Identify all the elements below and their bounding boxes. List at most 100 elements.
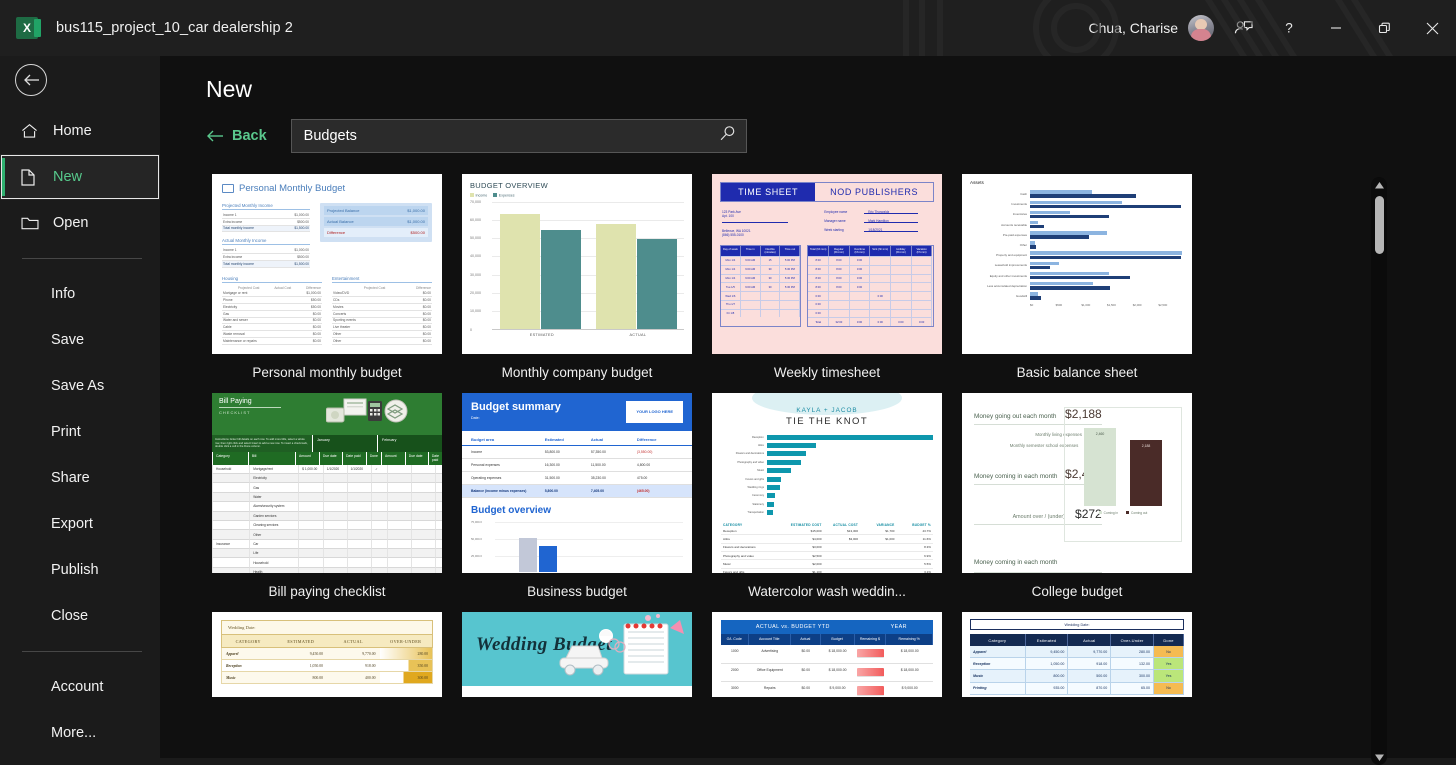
search-input[interactable] (303, 128, 719, 144)
template-thumbnail[interactable]: Assets Cash Investments Inventories Acco… (962, 174, 1192, 354)
cell-actual: 870.00 (1068, 682, 1112, 695)
bar-expenses (636, 238, 677, 329)
template-caption: Watercolor wash weddin... (748, 584, 906, 599)
thumb-title: Personal Monthly Budget (239, 183, 346, 194)
template-card-wedding-chart-blue[interactable]: Wedding Date: Category Estimated Actual … (962, 612, 1212, 708)
row-label: Mortgage or rent (223, 291, 248, 296)
cell-done: Yes (1154, 670, 1184, 683)
bar-light (1030, 292, 1038, 296)
chart-title: Assets (970, 180, 984, 185)
template-card-business-budget[interactable]: Budget summary Date: YOUR LOGO HERE Budg… (462, 393, 712, 599)
row-value: $500.00 (297, 255, 309, 260)
cell-code: 2000 (721, 664, 749, 683)
template-thumbnail[interactable]: Budget summary Date: YOUR LOGO HERE Budg… (462, 393, 692, 573)
cell-over-under: 350.00 (379, 660, 432, 671)
template-thumbnail[interactable]: TIME SHEET NOD PUBLISHERS 123 Park Ave A… (712, 174, 942, 354)
sidebar-item-print[interactable]: Print (0, 409, 160, 455)
sidebar-item-save-as[interactable]: Save As (0, 363, 160, 409)
row-label: Total monthly income (223, 226, 254, 231)
field-label: Employee name (824, 210, 848, 214)
template-card-bill-paying-checklist[interactable]: Bill Paying CHECKLIST Instructions: Ente… (212, 393, 462, 599)
template-search-box[interactable] (290, 119, 747, 153)
scroll-down-arrow-icon[interactable] (1374, 749, 1384, 765)
minimize-icon[interactable] (1312, 0, 1360, 56)
sidebar-item-account[interactable]: Account (0, 664, 160, 710)
sidebar-item-open[interactable]: Open (0, 200, 160, 246)
sidebar-item-home[interactable]: Home (0, 108, 160, 154)
sidebar-item-info[interactable]: Info (0, 271, 160, 317)
template-card-actual-vs-budget[interactable]: ACTUAL vs. BUDGET YTD YEAR G/L Code Acco… (712, 612, 962, 708)
restore-icon[interactable] (1360, 0, 1408, 56)
template-card-wedding-budget-gold[interactable]: Wedding Date: CATEGORY ESTIMATED ACTUAL … (212, 612, 462, 708)
row-label: Cable (223, 325, 232, 330)
help-icon[interactable]: ? (1266, 0, 1312, 56)
template-card-monthly-company-budget[interactable]: BUDGET OVERVIEW Income Expenses 70,000 6… (462, 174, 712, 380)
col-header: OVER-UNDER (390, 638, 422, 644)
template-card-wedding-budget-teal[interactable]: Wedding Budget (462, 612, 712, 708)
bill-name: Water (249, 492, 299, 503)
cell-category: Reception (723, 528, 737, 533)
template-card-college-budget[interactable]: Money going out each month $2,188 Monthly… (962, 393, 1212, 599)
sidebar-item-more[interactable]: More... (0, 710, 160, 756)
template-caption: Bill paying checklist (268, 584, 386, 599)
thumb-title: TIE THE KNOT (785, 416, 869, 427)
template-thumbnail[interactable]: Money going out each month $2,188 Monthly… (962, 393, 1192, 573)
template-card-weekly-timesheet[interactable]: TIME SHEET NOD PUBLISHERS 123 Park Ave A… (712, 174, 962, 380)
y-tick: 75,000.0 (471, 519, 482, 524)
sidebar-item-new-label: New (53, 169, 83, 185)
bar (767, 485, 780, 491)
sidebar-item-publish[interactable]: Publish (0, 547, 160, 593)
col-header: Due date (318, 451, 342, 465)
row-label: Electricity (223, 304, 238, 309)
template-thumbnail[interactable]: Wedding Budget (462, 612, 692, 697)
sidebar-item-new[interactable]: New (0, 154, 160, 200)
template-gallery[interactable]: Personal Monthly Budget Projected Monthl… (160, 174, 1410, 758)
template-thumbnail[interactable]: Bill Paying CHECKLIST Instructions: Ente… (212, 393, 442, 573)
scroll-up-arrow-icon[interactable] (1374, 177, 1384, 193)
avatar[interactable] (1188, 15, 1214, 41)
share-person-icon[interactable] (1220, 0, 1266, 56)
cell-estimated: $3,000 (812, 545, 822, 550)
scrollbar-thumb[interactable] (1374, 196, 1384, 254)
cell-category: Music (226, 675, 236, 680)
template-thumbnail[interactable]: KAYLA + JACOB TIE THE KNOT Reception Att… (712, 393, 942, 573)
bar-income (595, 223, 636, 329)
bar-coming-in: 2,460 (1084, 428, 1116, 506)
day-cell: Mon 1/4 (721, 273, 741, 283)
back-link[interactable]: Back (206, 128, 267, 144)
bar (767, 459, 801, 465)
gallery-scrollbar[interactable] (1371, 177, 1387, 765)
cell-actual: 9,770.00 (1068, 645, 1112, 659)
sidebar-item-close[interactable]: Close (0, 593, 160, 639)
day-cell: Mon 1/4 (721, 264, 741, 274)
bar-coming-out: 2,188 (1130, 440, 1162, 506)
sidebar-item-share[interactable]: Share (0, 455, 160, 501)
cell-variance (858, 554, 894, 558)
template-thumbnail[interactable]: Wedding Date: Category Estimated Actual … (962, 612, 1192, 697)
bar-label: Flowers and decorations (735, 452, 764, 456)
template-thumbnail[interactable]: BUDGET OVERVIEW Income Expenses 70,000 6… (462, 174, 692, 354)
bar-light (1030, 261, 1060, 266)
cell-actual: $13,300 (847, 528, 858, 533)
template-thumbnail[interactable]: ACTUAL vs. BUDGET YTD YEAR G/L Code Acco… (712, 612, 942, 697)
col-header: Amount (380, 451, 405, 465)
bar-dark (1030, 204, 1181, 209)
close-icon[interactable] (1408, 0, 1456, 56)
cell-remaining: $ 18,000.00 (886, 664, 933, 683)
template-card-watercolor-wedding[interactable]: KAYLA + JACOB TIE THE KNOT Reception Att… (712, 393, 962, 599)
back-arrow-button[interactable] (15, 64, 47, 96)
company-name: NOD PUBLISHERS (830, 187, 919, 197)
sidebar-item-save[interactable]: Save (0, 317, 160, 363)
template-thumbnail[interactable]: Wedding Date: CATEGORY ESTIMATED ACTUAL … (212, 612, 442, 697)
cell-estimated: 800.00 (1025, 670, 1069, 683)
sidebar-item-export[interactable]: Export (0, 501, 160, 547)
cell-actual: 9,770.00 (362, 651, 376, 656)
y-tick: 50,000.0 (471, 536, 482, 541)
template-card-personal-monthly-budget[interactable]: Personal Monthly Budget Projected Monthl… (212, 174, 462, 380)
template-card-basic-balance-sheet[interactable]: Assets Cash Investments Inventories Acco… (962, 174, 1212, 380)
row-label: Sporting events (333, 318, 356, 323)
document-title: bus115_project_10_car dealership 2 (56, 20, 293, 36)
template-thumbnail[interactable]: Personal Monthly Budget Projected Monthl… (212, 174, 442, 354)
search-icon[interactable] (719, 125, 736, 147)
thumb-subtitle: CHECKLIST (219, 407, 281, 415)
